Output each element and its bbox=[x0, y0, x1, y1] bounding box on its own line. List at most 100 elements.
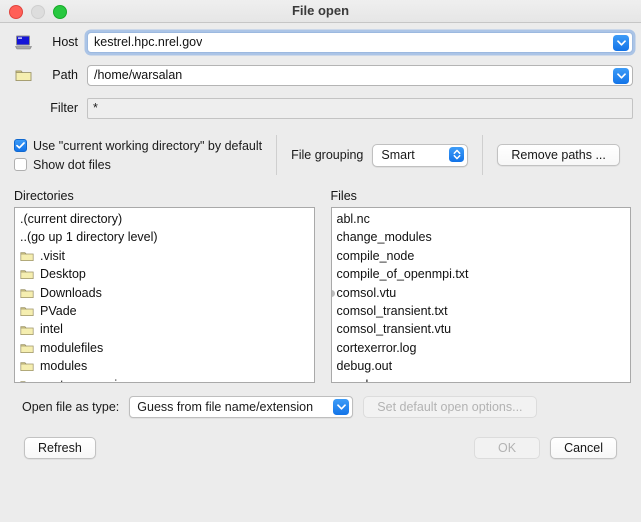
chevron-down-icon[interactable] bbox=[613, 35, 629, 51]
file-name: env.sh bbox=[337, 376, 373, 383]
directory-list-item[interactable]: .(current directory) bbox=[15, 210, 314, 228]
computer-icon bbox=[12, 32, 34, 52]
chevron-up-down-icon[interactable] bbox=[449, 147, 464, 162]
directory-list-item[interactable]: Downloads bbox=[15, 284, 314, 302]
directory-name: modulefiles bbox=[40, 339, 103, 357]
file-name: comsol_transient.txt bbox=[337, 302, 448, 320]
filter-label: Filter bbox=[34, 101, 87, 115]
folder-icon bbox=[20, 324, 34, 336]
path-value: /home/warsalan bbox=[88, 68, 182, 82]
directory-name: ..(go up 1 directory level) bbox=[20, 228, 158, 246]
file-name: cortexerror.log bbox=[337, 339, 417, 357]
host-input[interactable]: kestrel.hpc.nrel.gov bbox=[87, 32, 633, 53]
show-dot-files-label: Show dot files bbox=[33, 158, 111, 172]
path-label: Path bbox=[34, 68, 87, 82]
minimize-button[interactable] bbox=[31, 5, 45, 19]
ok-button[interactable]: OK bbox=[474, 437, 540, 459]
file-grouping-group: File grouping Smart bbox=[277, 133, 482, 177]
file-name: abl.nc bbox=[337, 210, 370, 228]
use-cwd-label: Use "current working directory" by defau… bbox=[33, 139, 262, 153]
directory-list-item[interactable]: ..(go up 1 directory level) bbox=[15, 228, 314, 246]
directories-pane: Directories .(current directory)..(go up… bbox=[14, 189, 315, 383]
folder-icon bbox=[20, 360, 34, 372]
file-list-item[interactable]: abl.nc bbox=[332, 210, 631, 228]
refresh-button[interactable]: Refresh bbox=[24, 437, 96, 459]
files-header: Files bbox=[331, 189, 632, 203]
directory-list-item[interactable]: post_processing bbox=[15, 376, 314, 383]
filter-row: Filter * bbox=[8, 94, 633, 122]
filter-spacer bbox=[12, 98, 34, 118]
folder-icon bbox=[20, 342, 34, 354]
file-list-item[interactable]: cortexerror.log bbox=[332, 339, 631, 357]
files-list[interactable]: abl.ncchange_modulescompile_nodecompile_… bbox=[331, 207, 632, 383]
file-list-item[interactable]: env.sh bbox=[332, 376, 631, 383]
folder-icon bbox=[20, 287, 34, 299]
folder-icon bbox=[20, 305, 34, 317]
file-name: debug.out bbox=[337, 357, 393, 375]
use-cwd-checkbox[interactable]: Use "current working directory" by defau… bbox=[14, 139, 262, 153]
file-name: change_modules bbox=[337, 228, 432, 246]
filter-input[interactable]: * bbox=[87, 98, 633, 119]
host-row: Host kestrel.hpc.nrel.gov bbox=[8, 28, 633, 56]
folder-icon bbox=[20, 250, 34, 262]
filter-value: * bbox=[93, 101, 98, 115]
chevron-down-icon[interactable] bbox=[613, 68, 629, 84]
file-list-item[interactable]: change_modules bbox=[332, 228, 631, 246]
file-name: compile_node bbox=[337, 247, 415, 265]
directories-list[interactable]: .(current directory)..(go up 1 directory… bbox=[14, 207, 315, 383]
directory-name: Desktop bbox=[40, 265, 86, 283]
file-list-item[interactable]: comsol_transient.vtu bbox=[332, 320, 631, 338]
open-as-select[interactable]: Guess from file name/extension bbox=[129, 396, 353, 418]
open-as-label: Open file as type: bbox=[22, 400, 119, 414]
open-as-value: Guess from file name/extension bbox=[137, 400, 313, 414]
file-list-item[interactable]: comsol_transient.txt bbox=[332, 302, 631, 320]
remove-paths-area: Remove paths ... bbox=[483, 133, 620, 177]
folder-icon bbox=[12, 65, 34, 85]
close-button[interactable] bbox=[9, 5, 23, 19]
options-bar: Use "current working directory" by defau… bbox=[8, 133, 633, 177]
folder-icon bbox=[20, 268, 34, 280]
directories-header: Directories bbox=[14, 189, 315, 203]
directory-list-item[interactable]: modulefiles bbox=[15, 339, 314, 357]
open-as-row: Open file as type: Guess from file name/… bbox=[16, 396, 625, 418]
host-label: Host bbox=[34, 35, 87, 49]
host-value: kestrel.hpc.nrel.gov bbox=[88, 35, 202, 49]
set-default-open-options-button[interactable]: Set default open options... bbox=[363, 396, 536, 418]
path-input[interactable]: /home/warsalan bbox=[87, 65, 633, 86]
file-list-item[interactable]: compile_node bbox=[332, 247, 631, 265]
file-grouping-select[interactable]: Smart bbox=[372, 144, 468, 167]
cancel-button[interactable]: Cancel bbox=[550, 437, 617, 459]
remove-paths-button[interactable]: Remove paths ... bbox=[497, 144, 620, 166]
checkbox-group: Use "current working directory" by defau… bbox=[14, 133, 276, 177]
folder-icon bbox=[20, 379, 34, 383]
action-buttons: Refresh OK Cancel bbox=[16, 437, 625, 459]
file-list-item[interactable]: debug.out bbox=[332, 357, 631, 375]
directory-list-item[interactable]: PVade bbox=[15, 302, 314, 320]
directory-list-item[interactable]: .visit bbox=[15, 247, 314, 265]
file-list-item[interactable]: comsol.vtu bbox=[332, 284, 631, 302]
show-dot-files-checkbox[interactable]: Show dot files bbox=[14, 158, 262, 172]
footer: Open file as type: Guess from file name/… bbox=[8, 396, 633, 459]
chevron-down-icon[interactable] bbox=[333, 399, 349, 415]
file-name: comsol_transient.vtu bbox=[337, 320, 452, 338]
directory-name: post_processing bbox=[40, 376, 131, 383]
empty-checkbox-icon bbox=[14, 158, 27, 171]
directory-name: Downloads bbox=[40, 284, 102, 302]
scroll-indicator[interactable] bbox=[331, 290, 335, 297]
files-pane: Files abl.ncchange_modulescompile_nodeco… bbox=[331, 189, 632, 383]
file-list-item[interactable]: compile_of_openmpi.txt bbox=[332, 265, 631, 283]
file-name: compile_of_openmpi.txt bbox=[337, 265, 469, 283]
directory-list-item[interactable]: intel bbox=[15, 320, 314, 338]
directory-list-item[interactable]: modules bbox=[15, 357, 314, 375]
window-controls bbox=[9, 5, 67, 19]
zoom-button[interactable] bbox=[53, 5, 67, 19]
file-grouping-value: Smart bbox=[381, 148, 414, 162]
path-row: Path /home/warsalan bbox=[8, 61, 633, 89]
file-name: comsol.vtu bbox=[337, 284, 397, 302]
directory-list-item[interactable]: Desktop bbox=[15, 265, 314, 283]
directory-name: .(current directory) bbox=[20, 210, 122, 228]
checkmark-icon bbox=[14, 139, 27, 152]
directory-name: PVade bbox=[40, 302, 77, 320]
file-grouping-label: File grouping bbox=[291, 148, 363, 162]
title-bar: File open bbox=[0, 0, 641, 23]
